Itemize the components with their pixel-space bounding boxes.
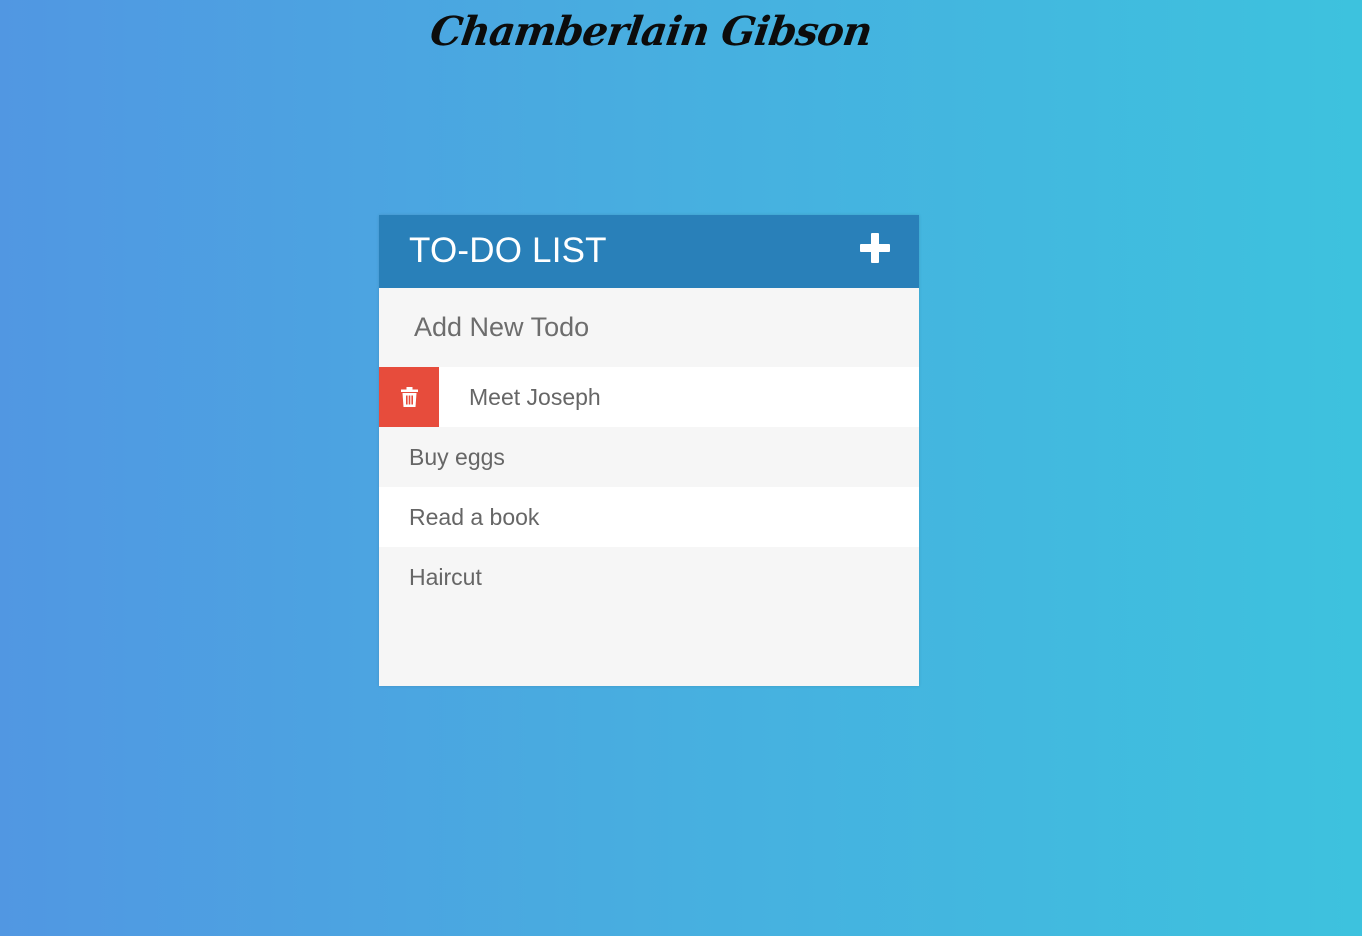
todo-item[interactable]: Meet Joseph — [379, 367, 919, 427]
todo-card: TO-DO LIST Meet Joseph — [379, 215, 919, 686]
todo-text: Haircut — [409, 563, 482, 590]
todo-item[interactable]: Haircut — [379, 547, 919, 607]
todo-text: Meet Joseph — [469, 383, 601, 410]
delete-button[interactable] — [379, 367, 439, 427]
todo-title: TO-DO LIST — [409, 231, 607, 270]
new-todo-input[interactable] — [379, 288, 919, 367]
todo-text: Buy eggs — [409, 443, 505, 470]
plus-icon[interactable] — [860, 233, 890, 263]
todo-header: TO-DO LIST — [379, 215, 919, 288]
todo-item[interactable]: Read a book — [379, 487, 919, 547]
todo-item[interactable]: Buy eggs — [379, 427, 919, 487]
todo-text: Read a book — [409, 503, 540, 530]
todo-list: Meet Joseph Buy eggs Read a book Haircut — [379, 367, 919, 607]
trash-icon — [400, 387, 418, 407]
author-signature: Chamberlain Gibson — [427, 8, 875, 55]
plus-icon-vertical — [871, 233, 879, 263]
